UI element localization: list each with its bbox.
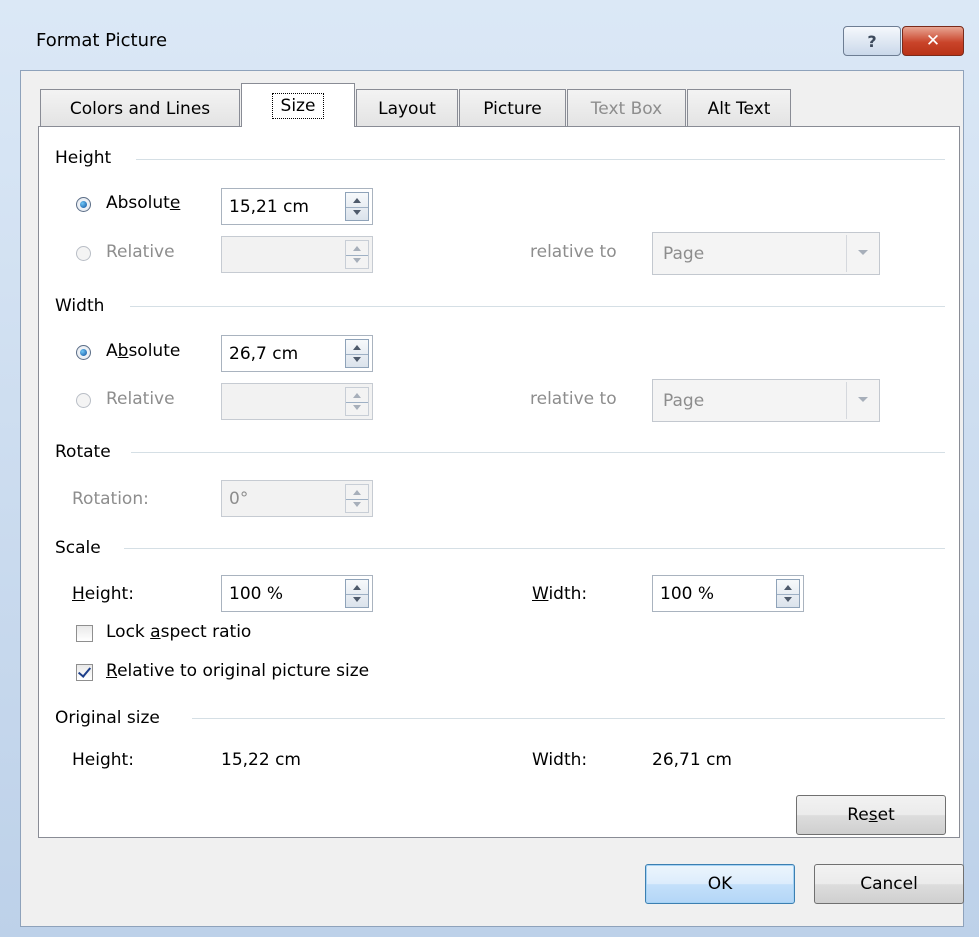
tab-label: Picture (483, 98, 542, 119)
tab-colors-and-lines[interactable]: Colors and Lines (40, 89, 240, 127)
width-absolute-label: Absolute (106, 341, 181, 361)
spin-arrows-icon[interactable] (345, 192, 369, 221)
height-absolute-spinbox[interactable]: 15,21 cm (221, 188, 373, 225)
tab-label: Text Box (590, 98, 663, 119)
height-relative-to-value: Page (663, 244, 705, 264)
help-button[interactable]: ? (843, 26, 901, 56)
tab-label: Size (271, 92, 325, 119)
scale-group-title: Scale (55, 538, 101, 558)
close-button[interactable]: ✕ (902, 26, 964, 56)
scale-width-spinbox[interactable]: 100 % (652, 575, 804, 612)
spin-arrows-icon (345, 387, 369, 416)
rotation-label: Rotation: (72, 489, 149, 509)
rotation-value: 0° (229, 489, 249, 509)
width-relative-to-label: relative to (530, 389, 617, 409)
group-divider (136, 159, 945, 160)
rotation-spinbox: 0° (221, 480, 373, 517)
height-absolute-value: 15,21 cm (229, 197, 309, 217)
lock-aspect-ratio-label: Lock aspect ratio (106, 622, 252, 642)
group-divider (192, 718, 945, 719)
spin-arrows-icon[interactable] (345, 579, 369, 608)
tab-text-box: Text Box (567, 89, 686, 127)
scale-height-spinbox[interactable]: 100 % (221, 575, 373, 612)
tab-alt-text[interactable]: Alt Text (687, 89, 791, 127)
tab-size[interactable]: Size (241, 83, 355, 127)
height-relative-spinbox (221, 236, 373, 273)
width-relative-label: Relative (106, 389, 175, 409)
original-size-group-title: Original size (55, 708, 160, 728)
group-divider (131, 452, 945, 453)
original-width-label: Width: (532, 750, 588, 770)
lock-aspect-ratio-checkbox[interactable] (76, 625, 93, 642)
original-width-value: 26,71 cm (652, 750, 732, 770)
spin-arrows-icon[interactable] (345, 339, 369, 368)
width-relative-to-dropdown: Page (652, 379, 880, 422)
dialog-window: Format Picture ? ✕ Colors and Lines Size… (0, 0, 979, 937)
width-group-title: Width (55, 296, 105, 316)
tab-layout[interactable]: Layout (356, 89, 458, 127)
chevron-down-icon (846, 382, 877, 419)
tab-label: Colors and Lines (69, 98, 211, 119)
cancel-button[interactable]: Cancel (814, 864, 964, 904)
width-absolute-spinbox[interactable]: 26,7 cm (221, 335, 373, 372)
ok-button[interactable]: OK (645, 864, 795, 904)
scale-height-value: 100 % (229, 584, 284, 604)
tab-label: Layout (378, 98, 436, 119)
original-height-label: Height: (72, 750, 134, 770)
width-relative-to-value: Page (663, 391, 705, 411)
scale-height-label: Height: (72, 584, 134, 604)
height-relative-to-label: relative to (530, 242, 617, 262)
rotate-group-title: Rotate (55, 442, 111, 462)
help-icon: ? (867, 31, 877, 51)
width-relative-spinbox (221, 383, 373, 420)
height-absolute-radio[interactable] (76, 197, 91, 212)
chevron-down-icon (846, 235, 877, 272)
original-height-value: 15,22 cm (221, 750, 301, 770)
reset-button[interactable]: Reset (796, 795, 946, 835)
relative-to-original-checkbox[interactable] (76, 664, 93, 681)
scale-width-label: Width: (532, 584, 588, 604)
tab-label: Alt Text (707, 98, 771, 119)
height-relative-label: Relative (106, 242, 175, 262)
spin-arrows-icon (345, 240, 369, 269)
height-group-title: Height (55, 148, 112, 168)
dialog-title: Format Picture (36, 30, 168, 51)
spin-arrows-icon (345, 484, 369, 513)
tab-picture[interactable]: Picture (459, 89, 566, 127)
height-relative-to-dropdown: Page (652, 232, 880, 275)
close-icon: ✕ (925, 31, 941, 51)
reset-button-label: Reset (847, 805, 895, 825)
group-divider (130, 306, 945, 307)
width-relative-radio (76, 393, 91, 408)
width-absolute-value: 26,7 cm (229, 344, 299, 364)
width-absolute-radio[interactable] (76, 345, 91, 360)
relative-to-original-label: Relative to original picture size (106, 661, 370, 681)
scale-width-value: 100 % (660, 584, 715, 604)
height-absolute-label: Absolute (106, 193, 181, 213)
height-relative-radio (76, 246, 91, 261)
group-divider (124, 548, 945, 549)
spin-arrows-icon[interactable] (776, 579, 800, 608)
